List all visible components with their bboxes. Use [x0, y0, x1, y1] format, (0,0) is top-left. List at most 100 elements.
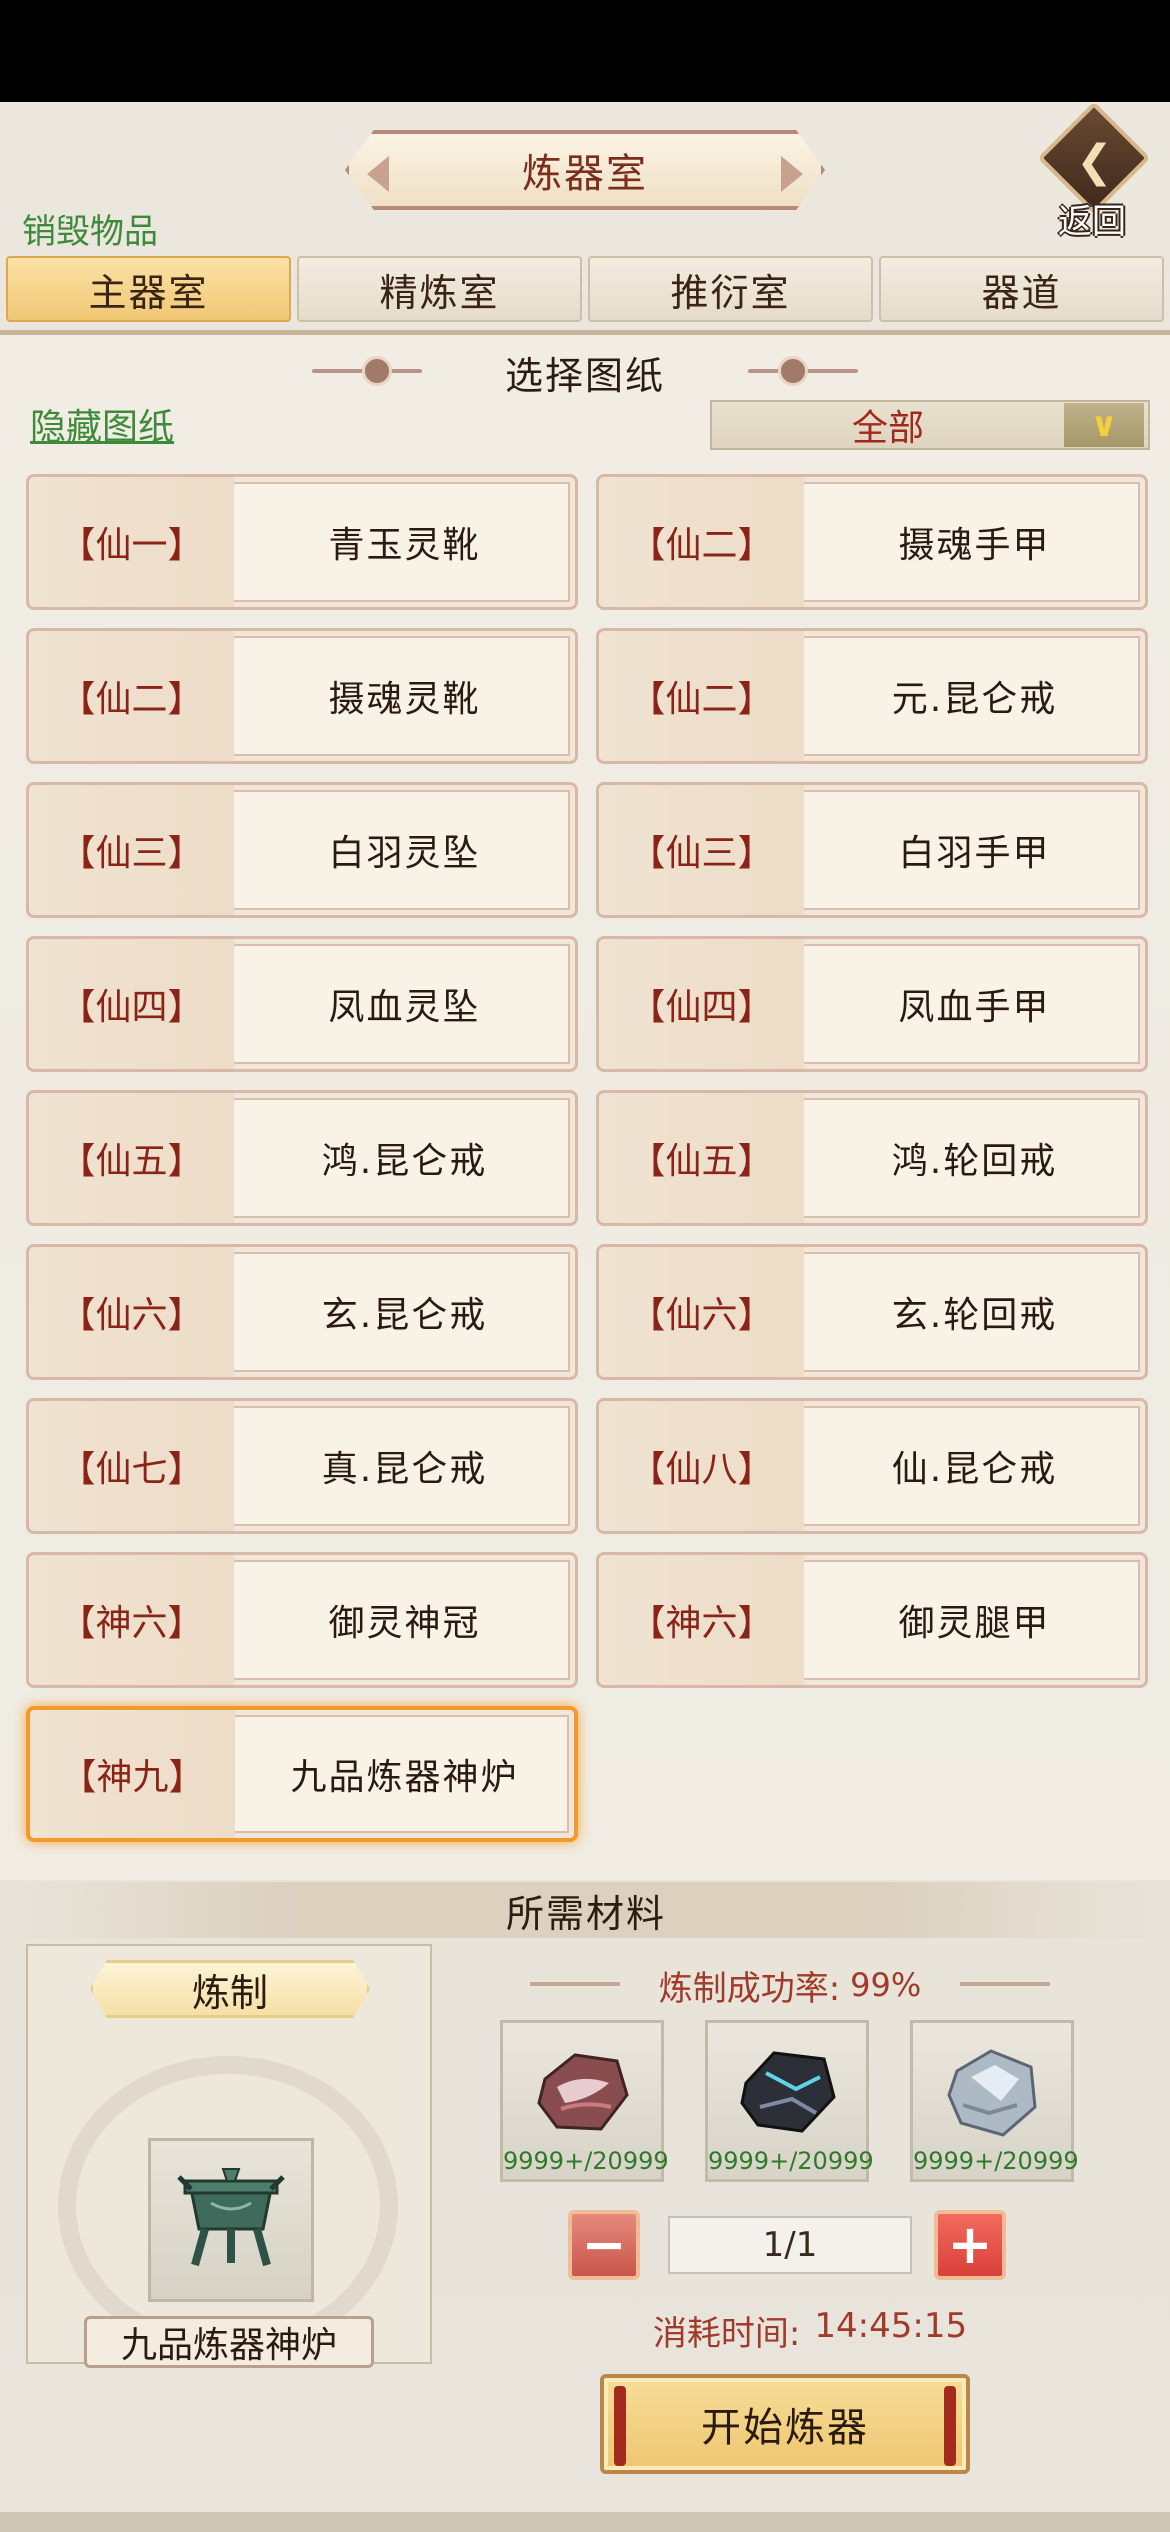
blueprint-name: 御灵腿甲 — [898, 1603, 1051, 1644]
blueprint-card[interactable]: 【仙三】 白羽灵坠 — [26, 782, 578, 918]
blueprint-name: 青玉灵靴 — [328, 525, 481, 566]
start-forging-button[interactable]: 开始炼器 — [600, 2374, 970, 2474]
blueprint-card[interactable]: 【仙八】 仙.昆仑戒 — [596, 1398, 1148, 1534]
tab-artifact-way[interactable]: 器道 — [879, 256, 1164, 322]
craft-item-name: 九品炼器神炉 — [84, 2316, 374, 2368]
blueprint-name: 真.昆仑戒 — [321, 1449, 488, 1490]
back-arrow-icon: ❮ — [1076, 136, 1113, 187]
back-button[interactable]: ❮ 返回 — [1036, 101, 1154, 242]
blueprint-tier: 【仙六】 — [29, 1247, 234, 1377]
title-ornament-right — [781, 156, 803, 192]
blueprint-name: 玄.昆仑戒 — [321, 1295, 488, 1336]
craft-label: 炼制 — [90, 1960, 370, 2018]
blueprint-name: 元.昆仑戒 — [891, 679, 1058, 720]
chevron-down-icon: ∨ — [1064, 403, 1144, 447]
plus-icon: + — [947, 2213, 993, 2276]
ornament-line — [530, 1982, 620, 1986]
blueprint-tier: 【仙二】 — [599, 477, 804, 607]
blueprint-card[interactable]: 【仙一】 青玉灵靴 — [26, 474, 578, 610]
blueprint-name: 白羽灵坠 — [328, 833, 481, 874]
tab-main-forge[interactable]: 主器室 — [6, 256, 291, 322]
blueprint-tier: 【仙三】 — [29, 785, 234, 915]
blueprint-name: 鸿.轮回戒 — [891, 1141, 1058, 1182]
quantity-stepper: − 1/1 + — [568, 2210, 1008, 2280]
back-button-label: 返回 — [1058, 202, 1126, 242]
blueprint-tier: 【仙五】 — [29, 1093, 234, 1223]
blueprint-name: 玄.轮回戒 — [891, 1295, 1058, 1336]
blueprint-card[interactable]: 【仙二】 元.昆仑戒 — [596, 628, 1148, 764]
success-rate-row: 炼制成功率: 99% — [530, 1960, 1050, 2010]
blueprint-name: 白羽手甲 — [898, 833, 1051, 874]
blueprint-name: 御灵神冠 — [328, 1603, 481, 1644]
quantity-field[interactable]: 1/1 — [668, 2216, 912, 2274]
blueprint-card[interactable]: 【仙四】 凤血手甲 — [596, 936, 1148, 1072]
blueprint-card[interactable]: 【仙六】 玄.昆仑戒 — [26, 1244, 578, 1380]
page-title: 炼器室 — [345, 130, 825, 210]
red-ore-icon — [537, 2053, 629, 2131]
title-ornament-left — [367, 156, 389, 192]
blueprint-card[interactable]: 【神六】 御灵腿甲 — [596, 1552, 1148, 1688]
increase-button[interactable]: + — [934, 2210, 1006, 2280]
blueprint-tier: 【神六】 — [29, 1555, 234, 1685]
material-count: 9999+/20999 — [913, 2147, 1079, 2175]
blueprint-tier: 【仙一】 — [29, 477, 234, 607]
time-cost-value: 14:45:15 — [814, 2306, 968, 2346]
dark-crystal-ore-icon — [740, 2051, 836, 2133]
blueprint-filter-dropdown[interactable]: 全部 ∨ — [710, 400, 1150, 450]
time-cost-row: 消耗时间: 14:45:15 — [600, 2306, 1020, 2355]
blueprint-name: 鸿.昆仑戒 — [321, 1141, 488, 1182]
blueprint-tier: 【仙四】 — [29, 939, 234, 1069]
blueprint-tier: 【仙三】 — [599, 785, 804, 915]
blueprint-tier: 【神九】 — [30, 1710, 235, 1838]
success-rate-label: 炼制成功率: — [658, 1968, 841, 2009]
blueprint-card[interactable]: 【仙五】 鸿.昆仑戒 — [26, 1090, 578, 1226]
blueprint-card[interactable]: 【仙三】 白羽手甲 — [596, 782, 1148, 918]
blueprint-tier: 【仙五】 — [599, 1093, 804, 1223]
blueprint-card[interactable]: 【仙二】 摄魂手甲 — [596, 474, 1148, 610]
blueprint-name: 九品炼器神炉 — [290, 1757, 519, 1798]
section-ornament-right — [708, 356, 858, 386]
material-count: 9999+/20999 — [708, 2147, 874, 2175]
material-slot[interactable]: 9999+/20999 — [705, 2020, 874, 2182]
materials-section-title: 所需材料 — [16, 1882, 1156, 1938]
material-slot[interactable]: 9999+/20999 — [910, 2020, 1079, 2182]
blueprint-tier: 【仙六】 — [599, 1247, 804, 1377]
tab-refine[interactable]: 精炼室 — [297, 256, 582, 322]
success-rate-value: 99% — [850, 1966, 922, 2004]
blueprint-name: 凤血手甲 — [898, 987, 1051, 1028]
craft-target-panel: 炼制 九品炼器神炉 — [26, 1944, 432, 2368]
bronze-cauldron-icon — [177, 2168, 285, 2267]
blueprint-name: 摄魂手甲 — [898, 525, 1051, 566]
bottom-edge — [0, 2512, 1170, 2532]
blueprint-card[interactable]: 【仙六】 玄.轮回戒 — [596, 1244, 1148, 1380]
page-title-text: 炼器室 — [522, 151, 648, 197]
ornament-line — [960, 1982, 1050, 1986]
silver-ore-icon — [947, 2049, 1037, 2137]
time-cost-label: 消耗时间: — [652, 2314, 801, 2354]
tab-deduce[interactable]: 推衍室 — [588, 256, 873, 322]
blueprint-card[interactable]: 【仙四】 凤血灵坠 — [26, 936, 578, 1072]
blueprint-name: 凤血灵坠 — [328, 987, 481, 1028]
material-slot[interactable]: 9999+/20999 — [500, 2020, 669, 2182]
blueprint-card[interactable]: 【仙五】 鸿.轮回戒 — [596, 1090, 1148, 1226]
blueprint-tier: 【仙二】 — [599, 631, 804, 761]
hide-blueprints-link[interactable]: 隐藏图纸 — [30, 398, 174, 450]
material-count: 9999+/20999 — [503, 2147, 669, 2175]
decrease-button[interactable]: − — [568, 2210, 640, 2280]
blueprint-section-title: 选择图纸 — [504, 353, 665, 398]
minus-icon: − — [581, 2213, 627, 2276]
filter-selected-value: 全部 — [851, 408, 924, 449]
room-tabs: 主器室 精炼室 推衍室 器道 — [6, 256, 1164, 326]
blueprint-card[interactable]: 【仙七】 真.昆仑戒 — [26, 1398, 578, 1534]
destroy-items-link[interactable]: 销毁物品 — [22, 204, 158, 253]
blueprint-card-selected[interactable]: 【神九】 九品炼器神炉 — [26, 1706, 578, 1842]
blueprint-tier: 【仙七】 — [29, 1401, 234, 1531]
start-forging-label: 开始炼器 — [701, 2405, 869, 2451]
craft-item-slot[interactable] — [148, 2138, 314, 2302]
status-bar-area — [0, 0, 1170, 102]
blueprint-tier: 【神六】 — [599, 1555, 804, 1685]
blueprint-tier: 【仙四】 — [599, 939, 804, 1069]
blueprint-card[interactable]: 【仙二】 摄魂灵靴 — [26, 628, 578, 764]
blueprint-card[interactable]: 【神六】 御灵神冠 — [26, 1552, 578, 1688]
blueprint-tier: 【仙八】 — [599, 1401, 804, 1531]
